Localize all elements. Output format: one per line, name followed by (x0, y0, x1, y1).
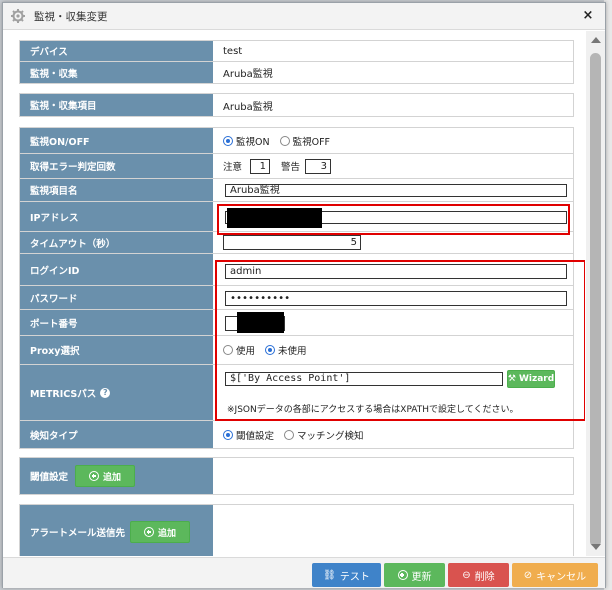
scroll-down-icon[interactable] (591, 544, 601, 550)
plus-circle-icon (397, 570, 408, 580)
minus-circle-icon: ⊖ (462, 569, 471, 581)
detect-type-value: 閾値設定 マッチング検知 (213, 421, 573, 448)
monitor-onoff-value: 監視ON 監視OFF (213, 128, 573, 153)
caution-label: 注意 (223, 162, 243, 173)
scroll-thumb[interactable] (590, 53, 601, 547)
matching-detect-label: マッチング検知 (297, 430, 364, 442)
vertical-scrollbar[interactable] (586, 31, 605, 556)
test-label: テスト (339, 571, 370, 583)
ip-highlight-box (217, 204, 570, 235)
dialog-footer: ⛓ テスト 更新 ⊖ 削除 ⊘ キャンセル (3, 557, 605, 588)
monitor-off-label: 監視OFF (292, 136, 331, 148)
monitor-item-row: 監視・収集項目 Aruba監視 (20, 94, 573, 116)
threshold-label: 閾値設定 (30, 472, 69, 483)
monitor-collect-label: 監視・収集 (20, 62, 213, 83)
cancel-label: キャンセル (536, 571, 587, 583)
plus-circle-icon (89, 471, 99, 481)
alert-mail-label-cell: アラートメール送信先 追加 (20, 505, 213, 556)
threshold-detect-label: 閾値設定 (236, 430, 275, 442)
monitor-on-label: 監視ON (236, 136, 270, 148)
monitor-off-radio[interactable] (279, 135, 290, 146)
error-count-label: 取得エラー判定回数 (20, 154, 213, 178)
monitor-item-value: Aruba監視 (223, 101, 273, 113)
add-threshold-label: 追加 (103, 472, 122, 483)
alert-mail-label: アラートメール送信先 (30, 528, 126, 539)
monitor-collect-value: Aruba監視 (223, 69, 273, 80)
dialog-titlebar: 監視・収集変更 × (3, 3, 605, 30)
detect-type-label: 検知タイプ (20, 421, 213, 448)
monitor-onoff-row: 監視ON/OFF 監視ON 監視OFF (20, 128, 573, 154)
monitor-collect-row: 監視・収集 Aruba監視 (20, 62, 573, 83)
warning-label: 警告 (281, 162, 301, 173)
timeout-row: タイムアウト（秒） 5 (20, 232, 573, 254)
edit-monitor-dialog: 監視・収集変更 × デバイス test 監視・収集 Aruba監視 監視・収集項… (2, 2, 606, 588)
dialog-content: デバイス test 監視・収集 Aruba監視 監視・収集項目 Aruba監視 … (3, 31, 585, 556)
threshold-section: 閾値設定 追加 (19, 457, 574, 495)
close-button[interactable]: × (581, 9, 595, 23)
password-label: パスワード (20, 286, 213, 309)
threshold-row: 閾値設定 追加 (20, 458, 573, 494)
monitor-item-label: 監視・収集項目 (20, 94, 213, 116)
matching-detect-radio[interactable] (284, 429, 295, 440)
threshold-label-cell: 閾値設定 追加 (20, 458, 213, 494)
test-button[interactable]: ⛓ テスト (312, 563, 381, 587)
monitor-onoff-label: 監視ON/OFF (20, 128, 213, 153)
timeout-input[interactable]: 5 (223, 235, 361, 250)
cancel-button[interactable]: ⊘ キャンセル (512, 563, 598, 587)
credentials-highlight-box (215, 260, 585, 421)
gear-icon (11, 9, 25, 23)
device-row: デバイス test (20, 41, 573, 62)
update-button[interactable]: 更新 (384, 563, 445, 587)
error-count-value: 注意 1 警告 3 (213, 154, 573, 178)
alert-mail-row: アラートメール送信先 追加 (20, 505, 573, 556)
timeout-label: タイムアウト（秒） (20, 232, 213, 253)
update-label: 更新 (411, 571, 432, 583)
item-name-input[interactable]: Aruba監視 (225, 184, 567, 197)
alert-mail-section: アラートメール送信先 追加 (19, 504, 574, 556)
caution-count-input[interactable]: 1 (250, 159, 270, 174)
proxy-label: Proxy選択 (20, 336, 213, 364)
delete-button[interactable]: ⊖ 削除 (448, 563, 509, 587)
scroll-up-icon[interactable] (591, 37, 601, 43)
threshold-detect-radio[interactable] (223, 429, 233, 440)
monitor-on-radio[interactable] (223, 135, 233, 146)
ip-address-label: IPアドレス (20, 202, 213, 231)
dialog-title: 監視・収集変更 (34, 10, 108, 23)
add-alert-mail-label: 追加 (158, 528, 177, 539)
metrics-path-label: METRICSパス (30, 388, 97, 400)
item-name-row: 監視項目名 Aruba監視 (20, 179, 573, 202)
port-label: ポート番号 (20, 310, 213, 335)
monitor-item-section: 監視・収集項目 Aruba監視 (19, 93, 574, 117)
delete-label: 削除 (474, 571, 495, 583)
error-count-row: 取得エラー判定回数 注意 1 警告 3 (20, 154, 573, 179)
item-name-label: 監視項目名 (20, 179, 213, 201)
device-label: デバイス (20, 41, 213, 61)
device-info-section: デバイス test 監視・収集 Aruba監視 (19, 40, 574, 84)
login-id-label: ログインID (20, 254, 213, 285)
cancel-circle-icon: ⊘ (523, 569, 533, 581)
metrics-path-label-cell: METRICSパス ? (20, 365, 213, 420)
add-alert-mail-button[interactable]: 追加 (130, 521, 191, 543)
add-threshold-button[interactable]: 追加 (75, 465, 136, 487)
help-icon[interactable]: ? (100, 387, 111, 398)
detect-type-row: 検知タイプ 閾値設定 マッチング検知 (20, 421, 573, 448)
warning-count-input[interactable]: 3 (305, 159, 331, 174)
plus-circle-icon (144, 527, 154, 537)
device-value: test (223, 45, 243, 57)
link-icon: ⛓ (323, 569, 336, 581)
